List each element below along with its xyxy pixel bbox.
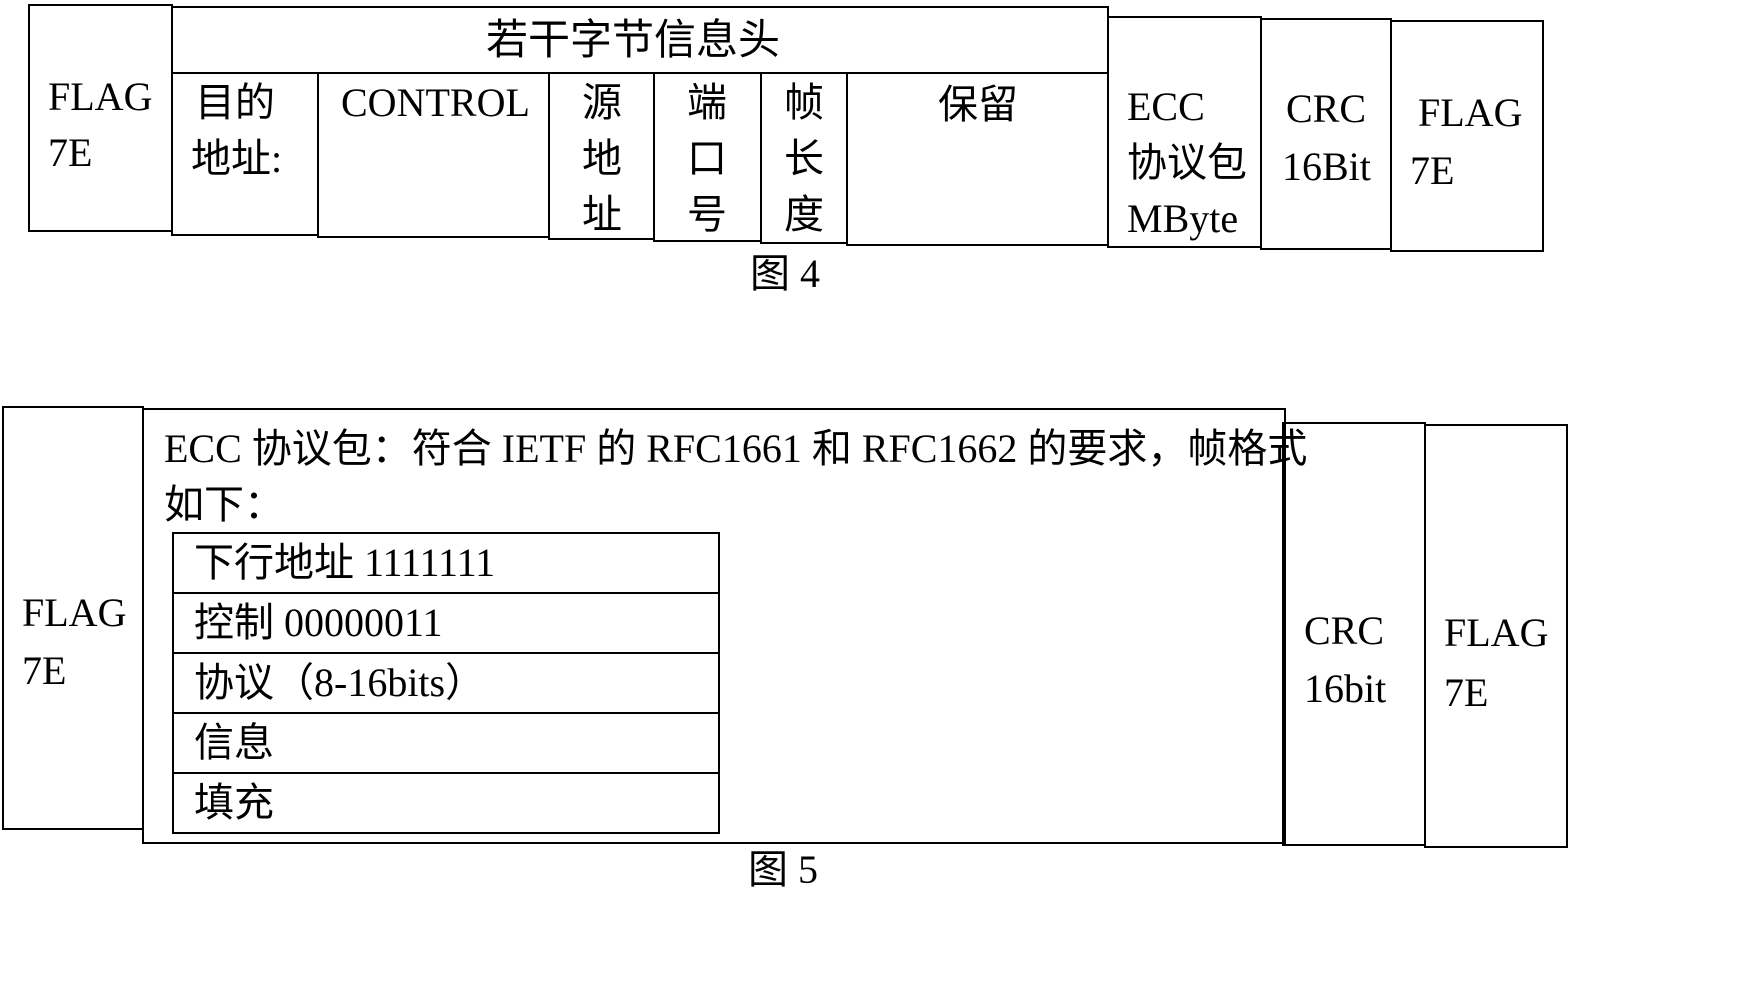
fig4-len-char3: 度 [784,192,824,237]
fig4-flag-left-value: 7E [48,130,93,175]
fig5-flag-right-value: 7E [1444,670,1489,715]
fig5-flag-right-label: FLAG [1444,610,1549,655]
fig5-crc-cell: CRC 16bit [1282,422,1426,846]
fig5-subrow-text: 填充 [194,780,274,825]
fig4-len-char1: 帧 [784,80,824,125]
fig4-field-source-address: 源 地 址 [548,72,655,240]
fig4-src-char2: 地 [582,136,622,181]
fig4-header-title: 若干字节信息头 [486,18,781,64]
fig4-flag-right-label: FLAG [1418,90,1523,135]
fig4-crc-line1: CRC [1286,86,1367,131]
fig4-flag-left-cell: FLAG 7E [28,4,173,232]
fig5-ecc-desc-line1: ECC 协议包：符合 IETF 的 RFC1661 和 RFC1662 的要求，… [164,426,1308,471]
fig4-port-char2: 口 [687,136,727,181]
fig5-ecc-description-cell: ECC 协议包：符合 IETF 的 RFC1661 和 RFC1662 的要求，… [142,408,1307,844]
fig5-subrow-text: 信息 [194,720,274,765]
fig4-ecc-line3: MByte [1127,196,1239,241]
fig4-crc-cell: CRC 16Bit [1260,18,1392,250]
fig4-src-char3: 址 [582,192,622,237]
fig5-subrow-padding: 填充 [172,772,720,834]
fig5-crc-line2: 16bit [1304,666,1387,711]
fig4-ecc-cell: ECC 协议包 MByte [1107,16,1262,248]
fig5-subrow-text: 控制 00000011 [194,600,443,645]
fig5-subrow-protocol: 协议（8-16bits） [172,652,720,714]
fig5-flag-left-cell: FLAG 7E [2,406,144,830]
fig4-ecc-line2: 协议包 [1127,140,1247,185]
figure-5-caption: 图 5 [748,847,818,892]
fig4-field-frame-length: 帧 长 度 [760,72,848,244]
fig4-flag-left-label: FLAG [48,74,153,119]
fig5-subrow-text: 协议（8-16bits） [194,660,486,705]
fig4-flag-right-value: 7E [1410,148,1455,193]
fig4-src-char1: 源 [582,80,622,125]
fig4-dest-line2: 地址: [191,136,283,181]
fig4-dest-line1: 目的 [195,80,275,125]
fig5-subrow-information: 信息 [172,712,720,774]
fig4-field-destination-address: 目的 地址: [171,72,319,236]
fig4-field-reserved: 保留 [846,72,1109,246]
figure-4-caption: 图 4 [750,251,820,296]
fig4-field-control: CONTROL [317,72,550,238]
fig4-header-title-cell: 若干字节信息头 [171,6,1109,74]
fig4-control-label: CONTROL [341,80,530,125]
fig4-flag-right-cell: FLAG 7E [1390,20,1544,252]
fig4-port-char3: 号 [687,192,727,237]
fig5-subrow-text: 下行地址 1111111 [194,540,496,585]
fig4-len-char2: 长 [784,136,824,181]
fig4-field-port-number: 端 口 号 [653,72,762,242]
fig4-reserved-label: 保留 [938,82,1018,127]
fig4-ecc-line1: ECC [1127,84,1205,129]
fig5-flag-right-cell: FLAG 7E [1424,424,1568,848]
fig5-subrow-downlink-address: 下行地址 1111111 [172,532,720,594]
fig5-crc-line1: CRC [1304,608,1385,653]
fig5-subrow-control: 控制 00000011 [172,592,720,654]
fig5-flag-left-value: 7E [22,648,67,693]
fig5-flag-left-label: FLAG [22,590,127,635]
fig5-ecc-desc-line2: 如下： [164,482,284,527]
fig4-crc-line2: 16Bit [1282,144,1371,189]
fig4-port-char1: 端 [687,80,727,125]
